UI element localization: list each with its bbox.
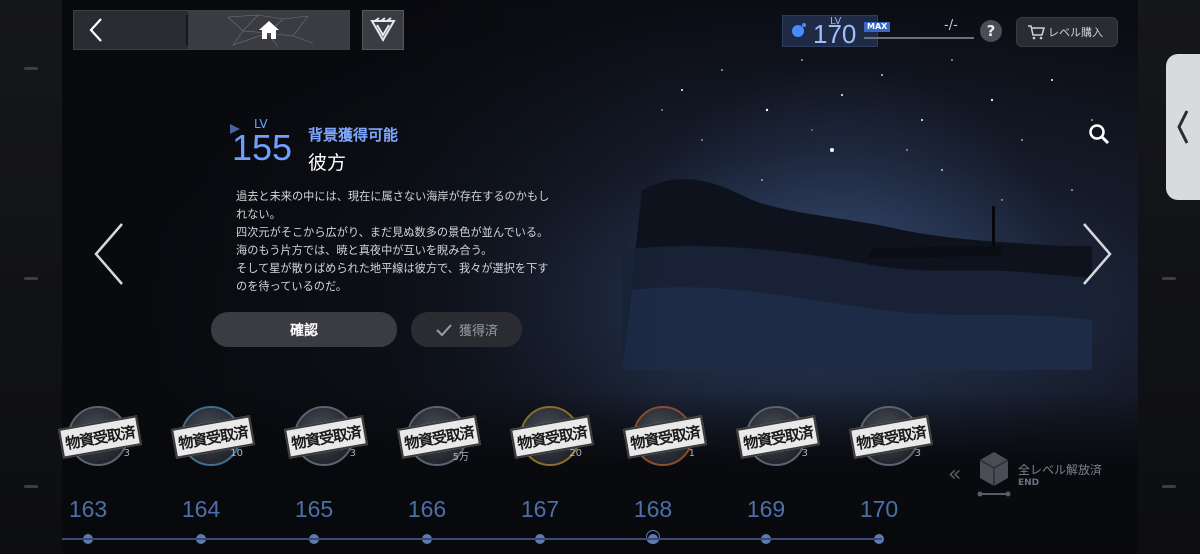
chevron-left-icon [1177,110,1189,144]
previous-arrow[interactable] [92,222,126,286]
bezel-notch [24,277,38,280]
bezel-notch [24,67,38,70]
side-panel-tab[interactable] [1166,54,1200,200]
reward-level-label: 170 [859,496,899,522]
player-level-value: 170 [813,19,857,49]
confirm-button[interactable]: 確認 [211,312,397,347]
box-icon [977,452,1011,497]
home-icon [258,21,279,39]
obtained-label: 獲得済 [458,324,498,339]
coastline-landscape [622,179,1092,370]
reward-level-label: 167 [520,496,560,522]
reward-level-label: 169 [746,496,786,522]
description-line: そして星が散りばめられた地平線は彼方で、我々が選択を下す [236,262,549,275]
back-arrow-icon [89,18,102,42]
top-nav-bar [73,10,350,50]
reward-item[interactable]: 3 物資受取済 [58,406,142,478]
bezel-notch [24,485,38,488]
bezel-notch [1162,277,1176,280]
detail-level-value: 155 [232,127,293,168]
figure-silhouette [992,206,995,246]
level-track-line [62,538,882,540]
max-badge: MAX [864,22,891,32]
bezel-notch [1162,485,1176,488]
reward-item[interactable]: 3 物資受取済 [736,406,820,478]
chevron-left-icon [94,223,123,285]
buy-level-label: レベル購入 [1048,26,1103,39]
reward-item[interactable]: 20 物資受取済 [510,406,594,478]
reward-level-label: 163 [68,496,108,522]
search-icon [1089,124,1110,145]
reward-level-label: 164 [181,496,221,522]
reward-item[interactable]: 3 物資受取済 [849,406,933,478]
track-current-marker [646,530,660,544]
end-label: END [1018,478,1040,488]
reward-item[interactable]: 5万 物資受取済 [397,406,481,478]
reward-item[interactable]: 3 物資受取済 [284,406,368,478]
obtained-button[interactable]: 獲得済 [411,312,522,347]
description-line: のを待っているのだ。 [236,280,347,293]
all-unlocked-label: 全レベル解放済 [1018,463,1103,477]
game-logo-button[interactable] [362,10,404,50]
reward-item[interactable]: 1 物資受取済 [623,406,707,478]
left-bezel [0,0,62,554]
zoom-button[interactable] [1087,122,1111,146]
game-logo-icon [370,17,396,42]
cart-icon [1028,25,1045,40]
detail-tag: 背景獲得可能 [308,126,399,144]
back-button[interactable] [74,11,186,49]
help-button[interactable]: ? [980,20,1002,42]
description-line: れない。 [236,208,281,221]
home-button[interactable] [188,11,349,49]
reward-item[interactable]: 10 物資受取済 [171,406,255,478]
reward-level-label: 168 [633,496,673,522]
detail-description: 過去と未来の中には、現在に属さない海岸が存在するのかもし れない。 四次元がそこ… [236,188,596,296]
description-line: 四次元がそこから広がり、まだ見ぬ数多の景色が並んでいる。 [236,226,549,239]
confirm-label: 確認 [290,322,318,339]
double-chevron-icon: « [948,462,962,487]
description-line: 過去と未来の中には、現在に属さない海岸が存在するのかもし [236,190,550,203]
level-progress-line [864,37,974,39]
level-orb-icon [792,23,806,37]
reward-level-label: 166 [407,496,447,522]
reward-level-label: 165 [294,496,334,522]
buy-level-button[interactable]: レベル購入 [1016,17,1118,47]
level-progress-text: -/- [944,18,958,33]
next-arrow[interactable] [1080,222,1114,286]
chevron-right-icon [1083,223,1112,285]
description-line: 海のもう片方では、暁と真夜中が互いを睨み合う。 [236,244,493,257]
detail-title: 彼方 [308,152,347,174]
help-icon: ? [986,22,996,40]
all-levels-unlocked: « 全レベル解放済 END [948,448,1128,500]
check-icon [436,323,452,336]
